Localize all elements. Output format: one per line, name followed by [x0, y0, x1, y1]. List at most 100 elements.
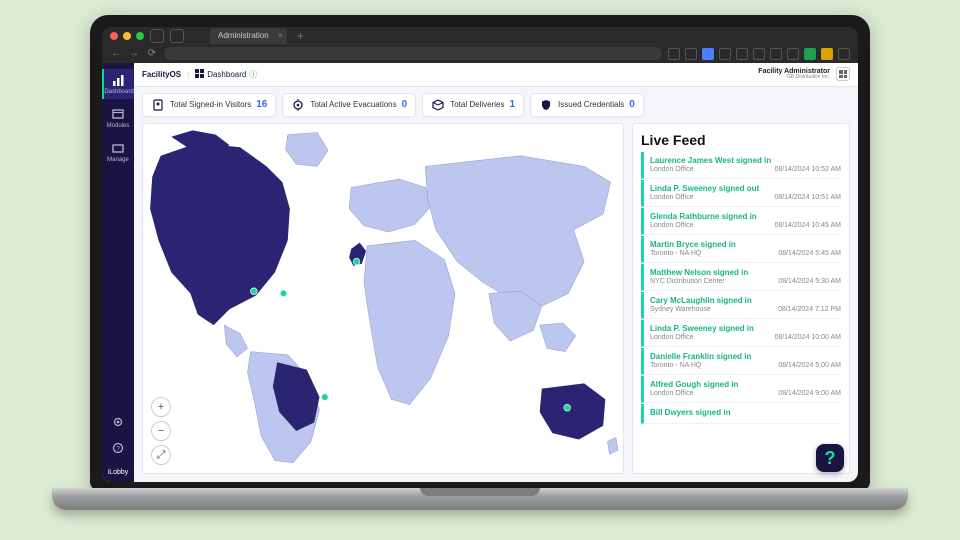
feed-item[interactable]: Cary McLaughlin signed inSydney Warehous… [641, 292, 841, 319]
live-feed-panel: Live Feed Laurence James West signed inL… [632, 123, 850, 474]
feed-item-title: Linda P. Sweeney signed out [650, 184, 841, 193]
feed-item-time: 08/14/2024 9:00 AM [778, 390, 841, 397]
stat-row: Total Signed-in Visitors 16 Total Active… [134, 87, 858, 123]
minimize-window-icon[interactable] [123, 32, 131, 40]
nav-reload-icon[interactable]: ⟳ [146, 48, 158, 59]
ext-icon[interactable] [685, 48, 697, 60]
ext-icon[interactable] [787, 48, 799, 60]
help-icon: ? [111, 441, 125, 455]
zoom-reset-button[interactable]: ⤢ [151, 445, 171, 465]
feed-item[interactable]: Matthew Nelson signed inNYC Distribution… [641, 264, 841, 291]
close-window-icon[interactable] [110, 32, 118, 40]
stat-card-evacuations[interactable]: Total Active Evacuations 0 [282, 93, 416, 117]
stat-value: 16 [256, 99, 267, 110]
gear-icon [111, 415, 125, 429]
tabs-overview-icon[interactable] [170, 29, 184, 43]
stat-label: Total Signed-in Visitors [170, 100, 251, 109]
stat-card-deliveries[interactable]: Total Deliveries 1 [422, 93, 524, 117]
map-pin[interactable] [250, 288, 257, 295]
sidebar-help[interactable]: ? [102, 437, 134, 459]
tab-close-icon[interactable]: × [278, 31, 283, 40]
feed-item-time: 08/14/2024 10:51 AM [774, 194, 841, 201]
stat-card-visitors[interactable]: Total Signed-in Visitors 16 [142, 93, 276, 117]
feed-item-time: 08/14/2024 10:00 AM [774, 334, 841, 341]
sidebar-item-modules[interactable]: Modules [102, 103, 134, 133]
feed-item-location: London Office [650, 390, 693, 397]
map-controls: + − ⤢ [151, 397, 171, 465]
alert-icon [291, 98, 305, 112]
stat-value: 0 [402, 99, 408, 110]
feed-item-location: London Office [650, 166, 693, 173]
nav-back-icon[interactable]: ← [110, 48, 122, 59]
sidebar-item-label: Manage [107, 157, 129, 163]
info-icon[interactable]: ⓘ [249, 69, 257, 80]
feed-item-location: Toronto - NA HQ [650, 362, 701, 369]
app-main: FacilityOS | Dashboard ⓘ Facility Admini… [134, 63, 858, 482]
feed-item[interactable]: Danielle Franklin signed inToronto - NA … [641, 348, 841, 375]
browser-window: Administration × + ← → ⟳ [102, 27, 858, 482]
live-feed-list[interactable]: Laurence James West signed inLondon Offi… [641, 152, 841, 469]
laptop-notch [420, 488, 540, 496]
world-map[interactable]: + − ⤢ [142, 123, 624, 474]
url-input[interactable] [164, 47, 662, 60]
ext-icon[interactable] [719, 48, 731, 60]
map-pin[interactable] [564, 404, 571, 411]
app-switcher-icon[interactable] [836, 67, 850, 81]
feed-item[interactable]: Glenda Rathburne signed inLondon Office0… [641, 208, 841, 235]
feed-item[interactable]: Laurence James West signed inLondon Offi… [641, 152, 841, 179]
stat-card-credentials[interactable]: Issued Credentials 0 [530, 93, 644, 117]
help-icon: ? [825, 448, 836, 469]
stat-label: Total Deliveries [450, 100, 504, 109]
feed-item-location: Toronto - NA HQ [650, 250, 701, 257]
feed-item-title: Laurence James West signed in [650, 156, 841, 165]
ext-icon[interactable] [668, 48, 680, 60]
feed-item-title: Alfred Gough signed in [650, 380, 841, 389]
feed-item[interactable]: Martin Bryce signed inToronto - NA HQ08/… [641, 236, 841, 263]
feed-item-time: 08/14/2024 10:45 AM [774, 222, 841, 229]
ext-icon[interactable] [804, 48, 816, 60]
sidebar-item-dashboard[interactable]: Dashboard [102, 69, 134, 99]
zoom-in-button[interactable]: + [151, 397, 171, 417]
grid-icon [195, 69, 204, 80]
feed-item-location: Sydney Warehouse [650, 306, 711, 313]
sidebar-toggle-icon[interactable] [150, 29, 164, 43]
ext-icon[interactable] [838, 48, 850, 60]
account-menu[interactable]: Facility Administrator GB Distribution I… [758, 68, 830, 80]
ext-icon[interactable] [821, 48, 833, 60]
sidebar-item-manage[interactable]: Manage [102, 137, 134, 167]
feed-item-time: 08/14/2024 5:00 AM [778, 362, 841, 369]
ext-icon[interactable] [736, 48, 748, 60]
ext-icon[interactable] [702, 48, 714, 60]
laptop-frame: Administration × + ← → ⟳ [90, 15, 870, 490]
sidebar-item-label: Modules [107, 123, 130, 129]
feed-item-title: Matthew Nelson signed in [650, 268, 841, 277]
feed-item[interactable]: Linda P. Sweeney signed inLondon Office0… [641, 320, 841, 347]
map-pin[interactable] [321, 393, 328, 400]
feed-item[interactable]: Bill Dwyers signed in [641, 404, 841, 424]
sidebar-settings[interactable] [102, 411, 134, 433]
maximize-window-icon[interactable] [136, 32, 144, 40]
feed-item[interactable]: Linda P. Sweeney signed outLondon Office… [641, 180, 841, 207]
map-pin[interactable] [353, 258, 360, 265]
nav-forward-icon[interactable]: → [128, 48, 140, 59]
account-sub: GB Distribution Inc. [758, 75, 830, 80]
folder-icon [111, 141, 125, 155]
shield-icon [539, 98, 553, 112]
zoom-out-button[interactable]: − [151, 421, 171, 441]
content-area: + − ⤢ Live Feed Laurence James West sign… [134, 123, 858, 482]
map-pin[interactable] [280, 290, 287, 297]
feed-item[interactable]: Alfred Gough signed inLondon Office 08/14… [641, 376, 841, 403]
package-icon [431, 98, 445, 112]
stat-label: Issued Credentials [558, 100, 624, 109]
stat-label: Total Active Evacuations [310, 100, 396, 109]
browser-extensions [668, 48, 850, 60]
browser-tab[interactable]: Administration × [210, 28, 287, 44]
ext-icon[interactable] [753, 48, 765, 60]
breadcrumb[interactable]: Dashboard ⓘ [195, 69, 257, 80]
sidebar-brand: iLobby [108, 463, 129, 482]
help-fab[interactable]: ? [816, 444, 844, 472]
app-sidebar: Dashboard Modules Manage [102, 63, 134, 482]
app-viewport: Dashboard Modules Manage [102, 63, 858, 482]
new-tab-icon[interactable]: + [297, 29, 304, 43]
ext-icon[interactable] [770, 48, 782, 60]
